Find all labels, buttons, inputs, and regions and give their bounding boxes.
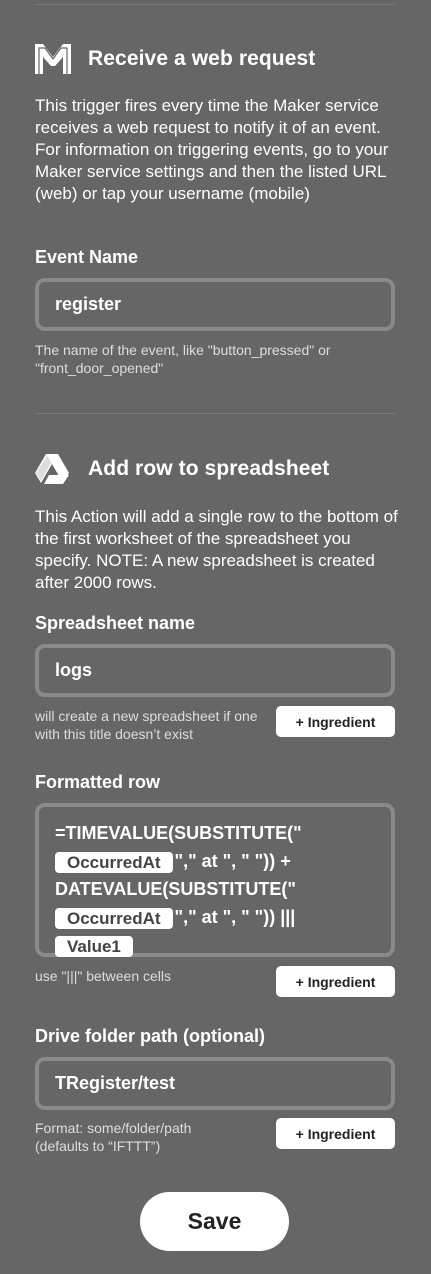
- maker-m-icon: [35, 43, 71, 75]
- drive-folder-field[interactable]: TRegister/test: [35, 1057, 395, 1110]
- action-description: This Action will add a single row to the…: [35, 507, 398, 592]
- formatted-row-label: Formatted row: [35, 772, 161, 792]
- formatted-row-text-4: "," at ", " ")) |||: [174, 907, 296, 927]
- event-name-field[interactable]: register: [35, 278, 395, 331]
- ingredient-pill-occurredat[interactable]: OccurredAt: [55, 907, 173, 929]
- drive-folder-label: Drive folder path (optional): [35, 1026, 266, 1046]
- event-name-label: Event Name: [35, 247, 139, 267]
- spreadsheet-name-label: Spreadsheet name: [35, 613, 196, 633]
- save-button[interactable]: Save: [140, 1192, 289, 1251]
- trigger-title: Receive a web request: [88, 47, 316, 70]
- ingredient-pill-occurredat[interactable]: OccurredAt: [55, 851, 173, 873]
- formatted-row-ingredient-button[interactable]: + Ingredient: [276, 966, 395, 997]
- drive-folder-help: Format: some/folder/path (defaults to “I…: [35, 1120, 192, 1154]
- action-header: Add row to spreadsheet: [35, 453, 395, 485]
- drive-folder-ingredient-button[interactable]: + Ingredient: [276, 1118, 395, 1149]
- section-divider: [35, 413, 395, 414]
- spreadsheet-name-help: will create a new spreadsheet if one wit…: [35, 708, 258, 742]
- top-divider: [35, 4, 395, 5]
- formatted-row-line-4: OccurredAt "," at ", " ")) |||: [55, 903, 377, 931]
- formatted-row-line-1: =TIMEVALUE(SUBSTITUTE(": [55, 823, 302, 843]
- trigger-description: This trigger fires every time the Maker …: [35, 96, 389, 203]
- formatted-row-line-5: Value1: [55, 931, 377, 959]
- event-name-help: The name of the event, like "button_pres…: [35, 342, 331, 376]
- formatted-row-line-3: DATEVALUE(SUBSTITUTE(": [55, 879, 296, 899]
- google-drive-icon: [35, 453, 71, 485]
- trigger-header: Receive a web request: [35, 43, 395, 75]
- ingredient-pill-value1[interactable]: Value1: [55, 935, 133, 957]
- event-name-value: register: [55, 294, 122, 314]
- spreadsheet-name-field[interactable]: logs: [35, 644, 395, 697]
- spreadsheet-ingredient-button[interactable]: + Ingredient: [276, 706, 395, 737]
- drive-folder-value: TRegister/test: [55, 1073, 176, 1093]
- action-title: Add row to spreadsheet: [88, 457, 330, 480]
- formatted-row-text-2: "," at ", " ")) +: [174, 851, 291, 871]
- formatted-row-field[interactable]: =TIMEVALUE(SUBSTITUTE(" OccurredAt "," at…: [35, 803, 395, 957]
- spreadsheet-name-value: logs: [55, 660, 93, 680]
- formatted-row-line-2: OccurredAt "," at ", " ")) +: [55, 847, 377, 875]
- formatted-row-help: use "|||" between cells: [35, 968, 172, 984]
